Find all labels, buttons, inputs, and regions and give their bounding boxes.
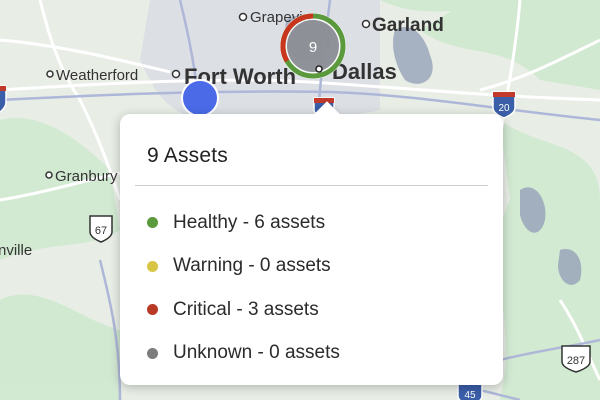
status-row-critical: Critical - 3 assets xyxy=(147,288,340,332)
highway-shield-67: 67 xyxy=(89,215,113,243)
city-label-garland: Garland xyxy=(372,15,444,36)
status-dot-healthy xyxy=(147,217,158,229)
status-label-warning: Warning - 0 assets xyxy=(173,255,331,277)
cluster-count: 9 xyxy=(309,39,317,56)
city-label-granbury: Granbury xyxy=(55,168,118,185)
status-dot-warning xyxy=(147,260,158,272)
status-dot-critical xyxy=(147,304,158,316)
status-row-warning: Warning - 0 assets xyxy=(147,245,340,289)
popup-divider xyxy=(135,185,488,186)
status-label-healthy: Healthy - 6 assets xyxy=(173,211,326,233)
svg-text:20: 20 xyxy=(498,103,510,114)
status-dot-unknown xyxy=(147,347,158,359)
popup-title: 9 Assets xyxy=(147,144,228,167)
city-label-weatherford: Weatherford xyxy=(56,67,138,84)
svg-text:67: 67 xyxy=(95,225,107,237)
status-row-healthy: Healthy - 6 assets xyxy=(147,201,340,245)
status-label-critical: Critical - 3 assets xyxy=(173,298,319,320)
city-label-dallas: Dallas xyxy=(332,59,397,84)
asset-summary-popup: 9 Assets Healthy - 6 assets Warning - 0 … xyxy=(120,114,503,385)
svg-text:287: 287 xyxy=(567,355,585,367)
svg-text:45: 45 xyxy=(464,390,476,400)
status-label-unknown: Unknown - 0 assets xyxy=(173,342,340,364)
highway-shield-287: 287 xyxy=(561,345,591,373)
status-row-unknown: Unknown - 0 assets xyxy=(147,332,340,376)
city-label-ville: nville xyxy=(0,242,32,259)
status-list: Healthy - 6 assets Warning - 0 assets Cr… xyxy=(147,201,340,375)
location-marker[interactable] xyxy=(181,79,219,117)
